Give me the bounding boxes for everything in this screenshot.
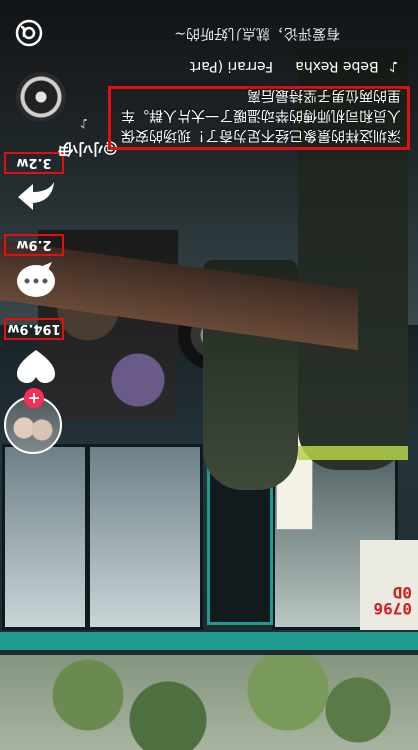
- like-count: 194.9w: [4, 318, 64, 340]
- caption-highlight: 深圳这样的景象已经不足为奇了！现场的安保人员和司机师傅的举动温暖了一大片人群。车…: [108, 86, 410, 150]
- share-arrow-icon: [18, 182, 54, 210]
- music-note-icon: ♪: [389, 58, 398, 74]
- music-disc[interactable]: [16, 72, 66, 122]
- follow-button[interactable]: +: [24, 388, 44, 408]
- like-button[interactable]: [10, 346, 58, 386]
- video-feed-screen: 07960D 有爱评论，就点儿好听的~ + 194.9w 2.9w 3.2w @…: [0, 0, 418, 750]
- at-mention-icon[interactable]: [14, 18, 44, 48]
- music-note-icon: ♪: [79, 115, 88, 130]
- music-separator: [277, 58, 290, 74]
- share-button[interactable]: [10, 176, 58, 216]
- route-plate: 07960D: [360, 540, 418, 630]
- bus-window: [87, 444, 203, 630]
- author-avatar-container[interactable]: +: [4, 388, 62, 454]
- music-info[interactable]: ♪ Bebe Rexha Ferrari (Part: [190, 58, 398, 74]
- reflective-stripe: [298, 446, 408, 460]
- route-number: 07960D: [373, 583, 412, 618]
- bus-stripe: [0, 632, 418, 650]
- comment-icon: [17, 262, 55, 297]
- comment-button[interactable]: [10, 260, 58, 300]
- music-artist: Bebe Rexha: [295, 58, 379, 74]
- comment-placeholder: 有爱评论，就点儿好听的~: [174, 25, 340, 41]
- heart-icon: [17, 350, 55, 383]
- comment-count: 2.9w: [4, 234, 64, 256]
- music-title: Ferrari (Part: [190, 58, 273, 74]
- share-count: 3.2w: [4, 152, 64, 174]
- comment-input[interactable]: 有爱评论，就点儿好听的~: [110, 20, 340, 44]
- bus-window: [2, 444, 88, 630]
- video-caption[interactable]: 深圳这样的景象已经不足为奇了！现场的安保人员和司机师傅的举动温暖了一大片人群。车…: [117, 85, 401, 145]
